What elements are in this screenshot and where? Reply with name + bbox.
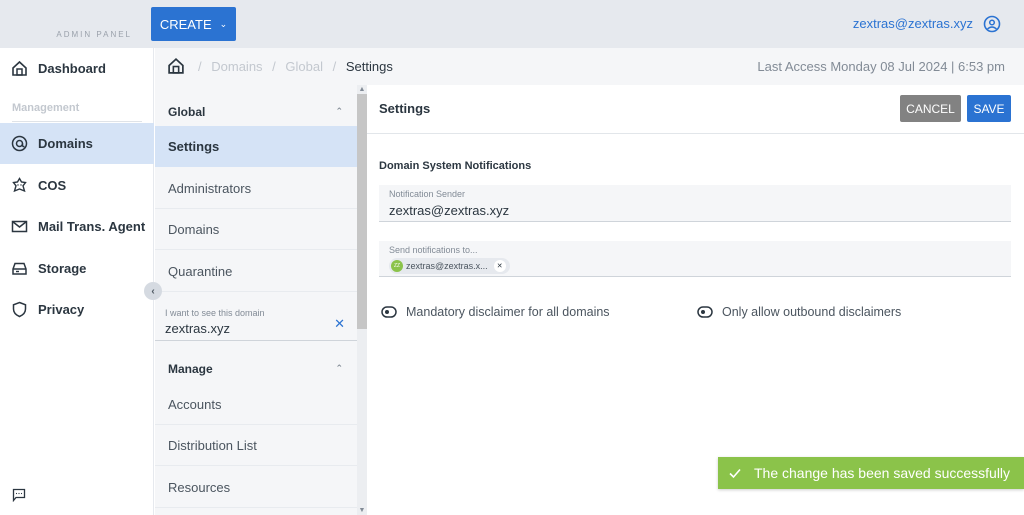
section-label: Global [168, 104, 206, 119]
breadcrumb-settings: Settings [345, 59, 393, 74]
toggle-off-icon [381, 306, 397, 318]
list-item-domains[interactable]: Domains [155, 209, 357, 250]
list-item-label: Settings [168, 139, 220, 154]
recipient-chip[interactable]: ZZ zextras@zextras.x... ✕ [389, 258, 510, 274]
logo-subtext: ADMIN PANEL [56, 30, 132, 39]
breadcrumb-separator: / [332, 59, 337, 74]
field-label: Notification Sender [389, 189, 466, 199]
toggle-off-icon [697, 306, 713, 318]
mail-icon [10, 218, 28, 236]
cos-icon [10, 177, 28, 195]
sidebar-item-label: Storage [38, 261, 87, 276]
manage-section-header[interactable]: Manage ⌃ [155, 348, 357, 389]
list-scrollbar[interactable]: ▲ ▼ [357, 85, 367, 515]
sidebar-item-label: Dashboard [38, 61, 106, 76]
settings-panel: Settings CANCEL SAVE Domain System Notif… [367, 85, 1024, 515]
cancel-button[interactable]: CANCEL [900, 95, 961, 122]
sidebar-item-mail-trans-agent[interactable]: Mail Trans. Agent [0, 206, 154, 247]
create-label: CREATE [159, 16, 212, 32]
breadcrumb-separator: / [272, 59, 276, 74]
sidebar-item-dashboard[interactable]: Dashboard [0, 48, 154, 89]
send-notifications-to-field[interactable]: Send notifications to... ZZ zextras@zext… [379, 241, 1011, 277]
home-icon[interactable] [167, 57, 185, 75]
divider [12, 121, 142, 122]
collapse-sidebar-button[interactable]: ‹ [144, 282, 162, 300]
chevron-up-icon: ⌃ [335, 106, 343, 116]
list-item-label: Resources [168, 479, 231, 495]
field-value: zextras@zextras.xyz [389, 203, 510, 218]
domain-select-value: zextras.xyz [165, 321, 231, 336]
toast-message: The change has been saved successfully [754, 465, 1011, 481]
sidebar-item-cos[interactable]: COS [0, 165, 154, 206]
sidebar-item-privacy[interactable]: Privacy [0, 289, 154, 330]
list-item-accounts[interactable]: Accounts [155, 384, 357, 425]
list-item-label: Accounts [168, 396, 222, 412]
management-section-label: Management [12, 102, 80, 114]
notification-sender-field[interactable]: Notification Sender zextras@zextras.xyz [379, 185, 1011, 222]
chip-label: zextras@zextras.x... [406, 261, 488, 271]
list-item-administrators[interactable]: Administrators [155, 168, 357, 209]
list-item-label: Administrators [168, 180, 252, 196]
field-label: Send notifications to... [389, 245, 478, 255]
outbound-disclaimers-toggle[interactable]: Only allow outbound disclaimers [697, 305, 901, 319]
sidebar-item-label: Mail Trans. Agent [38, 219, 146, 234]
domain-select-input[interactable]: I want to see this domain zextras.xyz ✕ [155, 295, 357, 341]
sidebar-item-label: COS [38, 178, 67, 193]
main-sidebar: Dashboard Management Domains COS Mail Tr… [0, 48, 154, 515]
list-item-label: Domains [168, 221, 220, 237]
toggle-label: Mandatory disclaimer for all domains [406, 305, 610, 319]
list-item-settings[interactable]: Settings [155, 126, 357, 167]
feedback-chat-icon[interactable] [12, 488, 26, 502]
sidebar-item-domains[interactable]: Domains [0, 123, 154, 164]
scroll-up-icon[interactable]: ▲ [357, 85, 367, 94]
domain-select-label: I want to see this domain [165, 308, 265, 318]
list-item-resources[interactable]: Resources [155, 467, 357, 508]
user-email[interactable]: zextras@zextras.xyz [853, 16, 973, 31]
create-button[interactable]: CREATE ⌄ [151, 7, 236, 41]
avatar: ZZ [391, 260, 403, 272]
remove-chip-icon[interactable]: ✕ [493, 260, 506, 272]
last-access-text: Last Access Monday 08 Jul 2024 | 6:53 pm [757, 59, 1005, 74]
mandatory-disclaimer-toggle[interactable]: Mandatory disclaimer for all domains [381, 305, 610, 319]
breadcrumb-bar: / Domains / Global / Settings Last Acces… [155, 48, 1024, 85]
sidebar-item-label: Privacy [38, 302, 85, 317]
breadcrumb: / Domains / Global / Settings [192, 59, 393, 74]
user-account-icon[interactable] [983, 15, 1001, 33]
at-icon [10, 135, 28, 153]
save-button[interactable]: SAVE [967, 95, 1011, 122]
toggle-label: Only allow outbound disclaimers [722, 305, 902, 319]
top-bar: CARBONIO ADMIN PANEL CREATE ⌄ zextras@ze… [0, 0, 1024, 515]
list-item-distribution-list[interactable]: Distribution List [155, 425, 357, 466]
chevron-up-icon: ⌃ [335, 363, 343, 373]
breadcrumb-global[interactable]: Global [285, 59, 323, 74]
list-item-quarantine[interactable]: Quarantine [155, 251, 357, 292]
page-title: Settings [379, 101, 431, 116]
sidebar-item-storage[interactable]: Storage [0, 248, 154, 289]
list-item-label: Quarantine [168, 263, 233, 279]
list-item-label: Distribution List [168, 437, 257, 453]
breadcrumb-separator: / [198, 59, 202, 74]
chevron-left-icon: ‹ [151, 285, 155, 297]
domain-navigation-list: Global ⌃ Settings Administrators Domains… [155, 85, 357, 515]
section-title: Domain System Notifications [379, 160, 532, 172]
settings-header: Settings CANCEL SAVE [367, 85, 1024, 134]
shield-icon [10, 301, 28, 319]
scroll-down-icon[interactable]: ▼ [357, 506, 367, 515]
success-toast: The change has been saved successfully [718, 457, 1024, 489]
clear-icon[interactable]: ✕ [334, 316, 345, 332]
chevron-down-icon: ⌄ [219, 18, 228, 29]
breadcrumb-domains[interactable]: Domains [211, 59, 262, 74]
section-label: Manage [168, 361, 213, 376]
carbonio-logo: CARBONIO ADMIN PANEL [12, 8, 1024, 515]
home-icon [10, 60, 28, 78]
sidebar-item-label: Domains [38, 136, 93, 151]
storage-icon [10, 260, 28, 278]
scrollbar-thumb[interactable] [357, 94, 367, 329]
check-icon [729, 468, 741, 479]
